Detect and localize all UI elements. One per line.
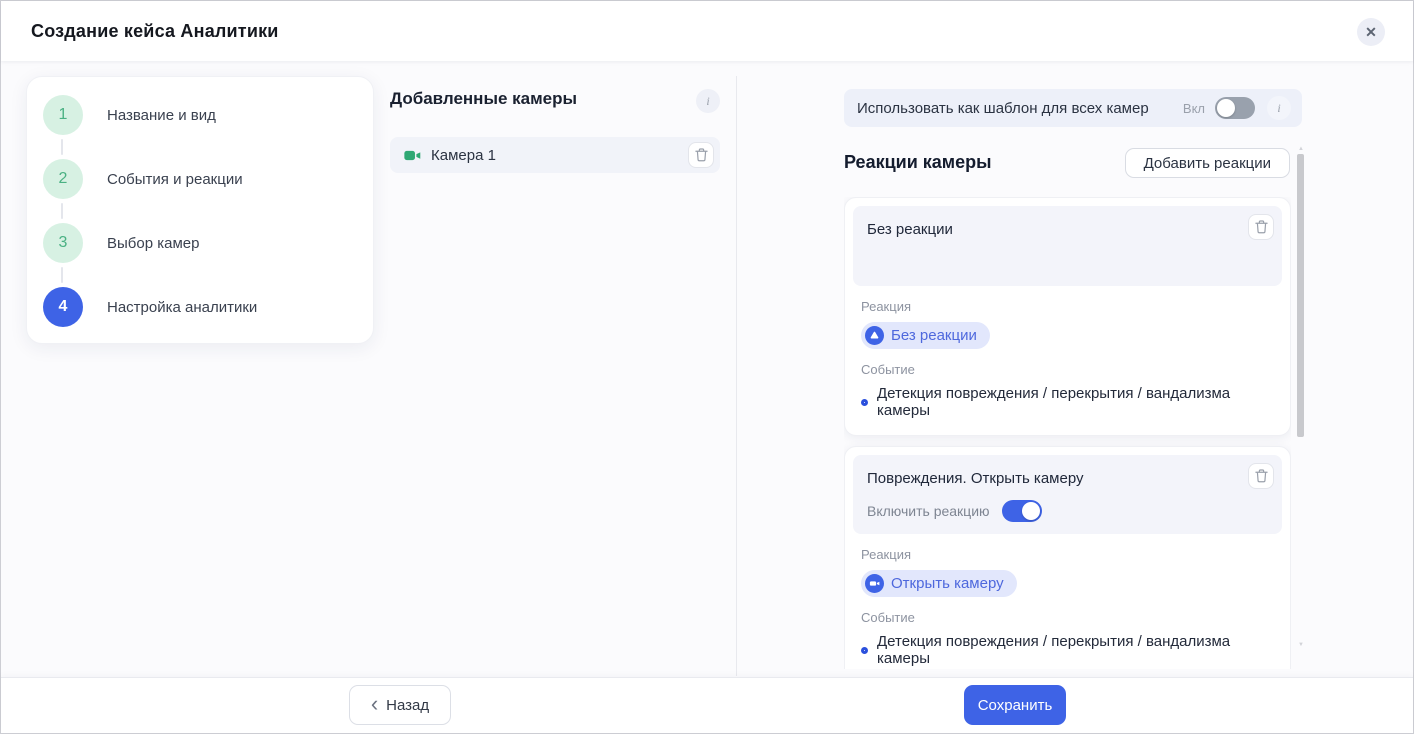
step-connector [61,267,63,283]
reactions-header: Реакции камеры Добавить реакции [844,148,1291,179]
added-cameras-title: Добавленные камеры [390,89,577,109]
cameras-info-button[interactable]: i [696,89,720,113]
dialog-content: 1 Название и вид 2 События и реакции 3 В… [1,61,1413,677]
save-button[interactable]: Сохранить [964,685,1066,725]
step-name-and-type[interactable]: 1 Название и вид [43,95,216,135]
event-field-label: Событие [861,610,1282,625]
chip-label: Без реакции [891,327,977,344]
event-ring-icon [861,647,868,654]
template-toggle[interactable] [1215,97,1255,119]
toggle-knob [1022,502,1040,520]
reaction-card-open-camera: Повреждения. Открыть камеру Включить реа… [844,446,1291,669]
step-connector [61,203,63,219]
reaction-chip-open-camera[interactable]: Открыть камеру [861,570,1017,597]
step-3-label: Выбор камер [107,235,199,252]
scroll-down-icon[interactable]: ▼ [1297,642,1305,648]
reaction-field-label: Реакция [861,299,1282,314]
reactions-scroll-area: Без реакции Реакция Без реакции Событи [844,197,1291,669]
event-text: Детекция повреждения / перекрытия / ванд… [877,385,1282,419]
scrollbar-thumb[interactable] [1297,154,1304,437]
trash-icon [1255,220,1268,234]
open-camera-icon [865,574,884,593]
step-analytics-setup[interactable]: 4 Настройка аналитики [43,287,257,327]
enable-reaction-row: Включить реакцию [867,500,1270,522]
step-connector [61,139,63,155]
reaction-field-label: Реакция [861,547,1282,562]
step-4-label: Настройка аналитики [107,299,257,316]
header-spacer [867,238,1270,274]
no-reaction-icon [865,326,884,345]
reaction-card-no-reaction: Без реакции Реакция Без реакции Событи [844,197,1291,436]
reaction-chip-no-reaction[interactable]: Без реакции [861,322,990,349]
camera-list-item: Камера 1 [390,137,720,173]
trash-icon [1255,469,1268,483]
toggle-state-label: Вкл [1183,101,1205,116]
event-field-label: Событие [861,362,1282,377]
template-bar: Использовать как шаблон для всех камер В… [844,89,1302,127]
template-label: Использовать как шаблон для всех камер [857,100,1183,117]
reaction-card-header: Повреждения. Открыть камеру Включить реа… [853,455,1282,534]
event-ring-icon [861,399,868,406]
reactions-title: Реакции камеры [844,152,992,173]
analytics-case-dialog: Создание кейса Аналитики ✕ 1 Название и … [0,0,1414,734]
step-2-label: События и реакции [107,171,243,188]
enable-reaction-label: Включить реакцию [867,503,990,519]
event-row: Детекция повреждения / перекрытия / ванд… [861,385,1282,419]
step-events-reactions[interactable]: 2 События и реакции [43,159,243,199]
info-icon: i [1277,101,1280,116]
back-button[interactable]: ‹ Назад [349,685,451,725]
delete-reaction-button[interactable] [1248,214,1274,240]
step-3-circle: 3 [43,223,83,263]
camera-name: Камера 1 [431,147,688,164]
toggle-knob [1217,99,1235,117]
delete-reaction-button[interactable] [1248,463,1274,489]
template-info-button[interactable]: i [1267,96,1291,120]
step-2-circle: 2 [43,159,83,199]
step-1-circle: 1 [43,95,83,135]
delete-camera-button[interactable] [688,142,714,168]
trash-icon [695,148,708,162]
chevron-left-icon: ‹ [371,693,378,715]
step-camera-selection[interactable]: 3 Выбор камер [43,223,199,263]
enable-reaction-toggle[interactable] [1002,500,1042,522]
chip-label: Открыть камеру [891,575,1004,592]
info-icon: i [706,94,709,109]
reaction-card-header: Без реакции [853,206,1282,286]
video-camera-icon [404,149,421,162]
step-4-circle: 4 [43,287,83,327]
reaction-card-title: Повреждения. Открыть камеру [867,467,1270,487]
reactions-scrollbar[interactable]: ▲ ▼ [1297,146,1305,648]
event-row: Детекция повреждения / перекрытия / ванд… [861,633,1282,667]
event-text: Детекция повреждения / перекрытия / ванд… [877,633,1282,667]
dialog-header: Создание кейса Аналитики ✕ [1,1,1413,61]
close-button[interactable]: ✕ [1357,18,1385,46]
close-icon: ✕ [1365,24,1377,41]
page-title: Создание кейса Аналитики [31,21,279,42]
reaction-card-title: Без реакции [867,218,1270,238]
dialog-footer: ‹ Назад Сохранить [1,677,1413,733]
scroll-up-icon[interactable]: ▲ [1297,146,1305,152]
stepper: 1 Название и вид 2 События и реакции 3 В… [26,76,374,344]
column-divider [736,76,737,676]
step-1-label: Название и вид [107,107,216,124]
add-reactions-button[interactable]: Добавить реакции [1125,148,1290,178]
back-button-label: Назад [386,697,429,714]
